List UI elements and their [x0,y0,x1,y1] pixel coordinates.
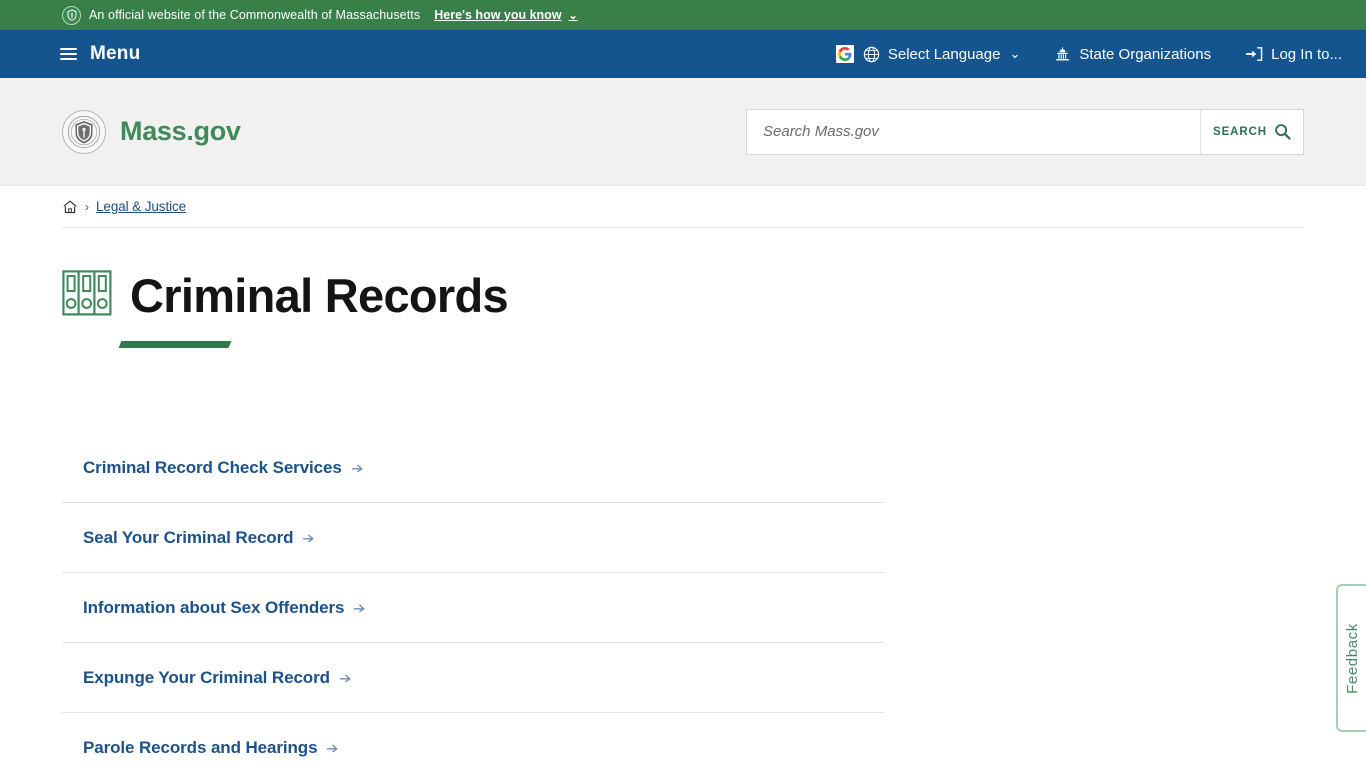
search-bar: SEARCH [746,108,1304,155]
link-expunge-your-criminal-record[interactable]: Expunge Your Criminal Record [83,668,352,688]
chevron-down-icon: ⌄ [568,9,578,22]
log-in-label: Log In to... [1271,45,1342,63]
home-icon[interactable] [62,199,78,215]
hamburger-icon [60,45,77,63]
link-information-about-sex-offenders[interactable]: Information about Sex Offenders [83,598,366,618]
breadcrumb: › Legal & Justice [62,186,1304,228]
list-item-label: Seal Your Criminal Record [83,527,294,547]
how-you-know-label: Here's how you know [434,8,562,22]
how-you-know-button[interactable]: Here's how you know ⌄ [434,8,578,22]
title-underline-rule [118,341,232,348]
feedback-label: Feedback [1343,622,1361,694]
link-criminal-record-check-services[interactable]: Criminal Record Check Services [83,458,364,478]
select-language-label: Select Language [887,45,1001,63]
feedback-tab[interactable]: Feedback [1336,584,1366,732]
log-in-button[interactable]: Log In to... [1245,46,1342,63]
arrow-right-icon [351,461,364,474]
chevron-down-icon: ⌄ [1009,46,1021,61]
related-links-list: Criminal Record Check Services Seal Your… [62,433,884,768]
main-content: › Legal & Justice Criminal Records Crimi… [0,186,1366,768]
banner-text: An official website of the Commonwealth … [89,8,421,22]
link-parole-records-and-hearings[interactable]: Parole Records and Hearings [83,738,339,758]
binders-icon [62,270,112,321]
login-arrow-icon [1245,46,1263,62]
list-item[interactable]: Information about Sex Offenders [62,573,884,643]
menu-label: Menu [90,43,141,64]
site-header-band: Mass.gov SEARCH [0,78,1366,186]
google-translate-icon [835,45,854,63]
globe-icon [863,46,880,63]
capitol-building-icon [1054,46,1071,62]
list-item[interactable]: Criminal Record Check Services [62,433,884,503]
search-input[interactable] [747,109,1200,154]
arrow-right-icon [339,671,352,684]
select-language-button[interactable]: Select Language ⌄ [835,45,1021,63]
list-item-label: Criminal Record Check Services [83,457,342,477]
list-item-label: Expunge Your Criminal Record [83,667,330,687]
list-item[interactable]: Parole Records and Hearings [62,713,884,768]
primary-nav: Menu Select Language ⌄ State Organizatio… [0,30,1366,78]
state-organizations-label: State Organizations [1079,45,1212,63]
state-organizations-button[interactable]: State Organizations [1054,46,1211,63]
list-item[interactable]: Seal Your Criminal Record [62,503,884,573]
arrow-right-icon [302,531,315,544]
arrow-right-icon [326,741,339,754]
state-seal-icon [62,5,81,25]
menu-button[interactable]: Menu [60,43,140,65]
breadcrumb-item-legal-justice[interactable]: Legal & Justice [96,199,186,214]
mass-state-seal-icon [62,109,106,154]
list-item[interactable]: Expunge Your Criminal Record [62,643,884,713]
list-item-label: Information about Sex Offenders [83,597,345,617]
list-item-label: Parole Records and Hearings [83,737,318,757]
breadcrumb-separator: › [85,199,89,214]
nav-right-group: Select Language ⌄ State Organizations Lo… [835,45,1342,63]
link-seal-your-criminal-record[interactable]: Seal Your Criminal Record [83,528,315,548]
official-gov-banner: An official website of the Commonwealth … [0,0,1366,30]
arrow-right-icon [353,601,366,614]
page-title-row: Criminal Records [62,270,1304,321]
mass-gov-logo[interactable]: Mass.gov [62,109,241,154]
magnifier-icon [1274,123,1291,140]
page-title: Criminal Records [130,269,509,322]
search-button[interactable]: SEARCH [1200,109,1303,154]
logo-text: Mass.gov [120,116,241,146]
search-button-label: SEARCH [1213,125,1267,138]
